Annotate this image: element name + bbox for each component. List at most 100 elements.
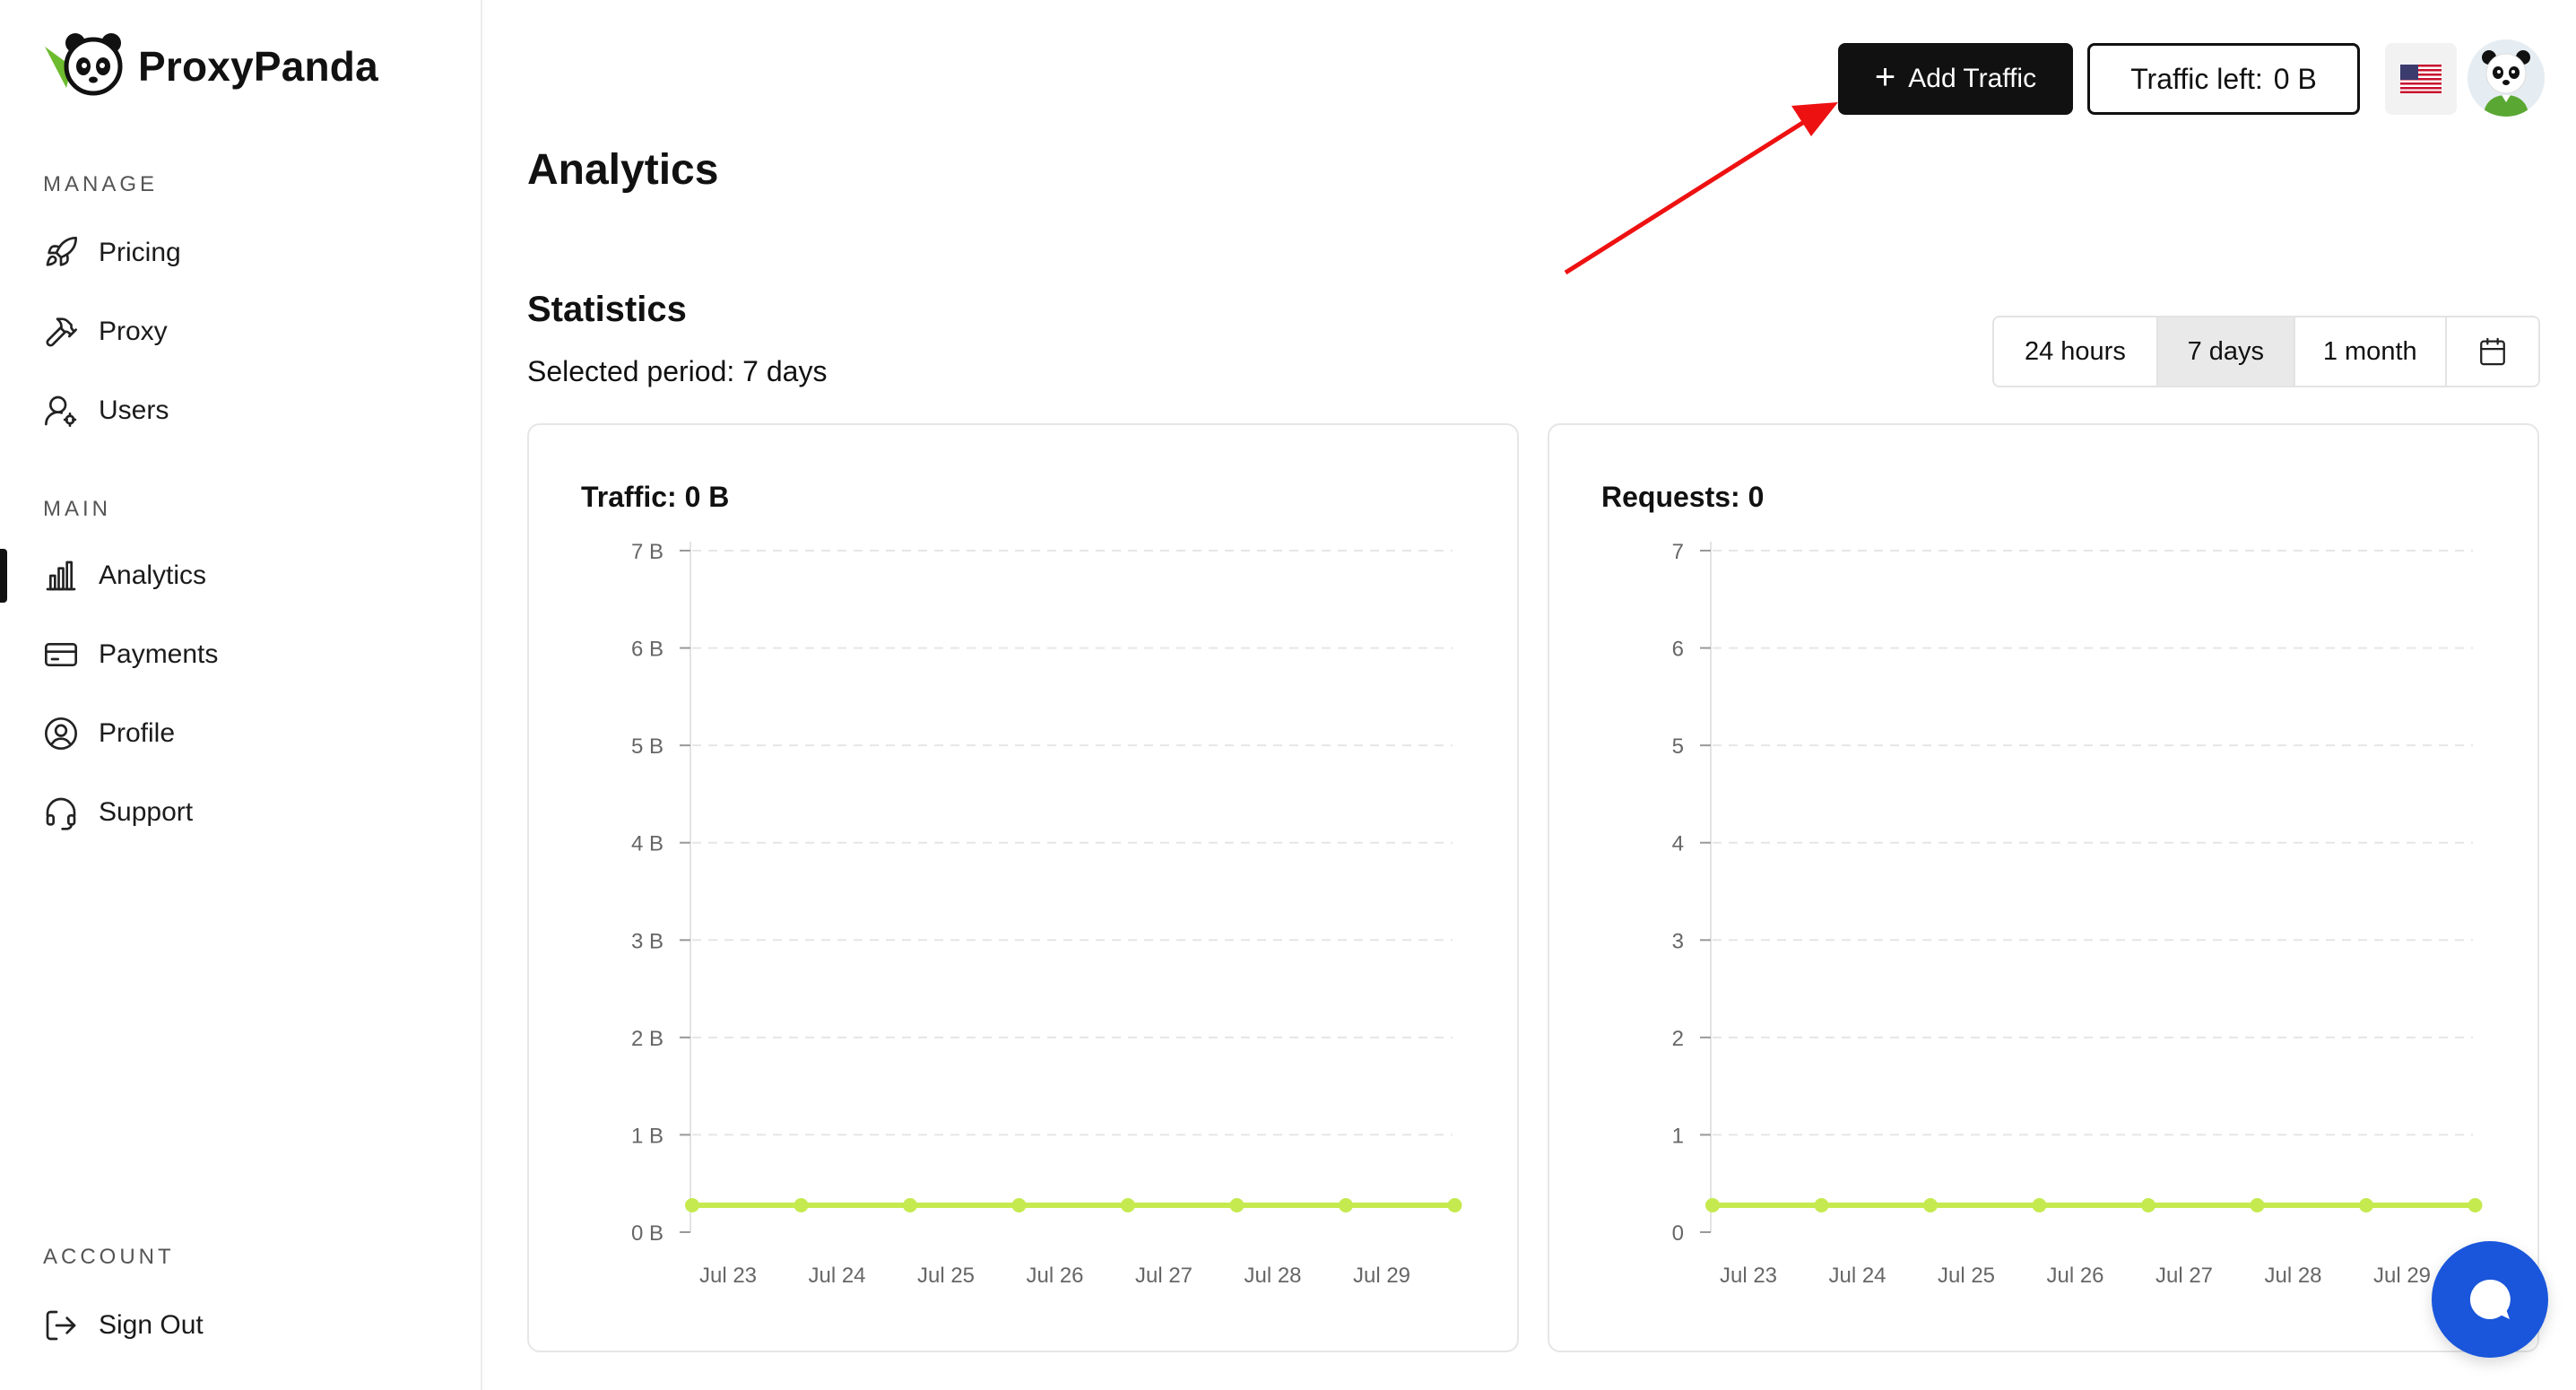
y-tick-label: 2 (1672, 1027, 1684, 1051)
data-point[interactable] (2032, 1198, 2047, 1212)
data-point[interactable] (1447, 1198, 1462, 1212)
data-point[interactable] (794, 1198, 809, 1212)
data-point[interactable] (1339, 1198, 1353, 1212)
add-traffic-label: Add Traffic (1908, 64, 2037, 93)
y-tick-label: 7 (1672, 540, 1684, 564)
x-tick-label: Jul 26 (2046, 1264, 2103, 1288)
x-tick-label: Jul 25 (917, 1264, 975, 1288)
add-traffic-button[interactable]: + Add Traffic (1838, 43, 2073, 115)
manage-section-label: MANAGE (43, 172, 159, 196)
data-point[interactable] (1121, 1198, 1135, 1212)
us-flag-icon (2400, 65, 2442, 93)
active-indicator (0, 549, 7, 603)
sidebar-item-users[interactable]: Users (43, 386, 169, 436)
data-point[interactable] (2359, 1198, 2373, 1212)
sidebar-item-payments[interactable]: Payments (43, 630, 218, 680)
data-point[interactable] (2250, 1198, 2265, 1212)
x-tick-label: Jul 29 (1353, 1264, 1410, 1288)
calendar-icon (2479, 337, 2505, 366)
language-selector[interactable] (2385, 43, 2457, 115)
sidebar-item-label: Proxy (99, 317, 168, 346)
requests-chart: 0 1 2 3 4 5 6 7 Jul 23 Jul 24 Jul 25 Jul 26 Jul 27 Ju… (1672, 540, 2483, 1288)
panda-logo-icon (45, 30, 126, 102)
page-title: Analytics (527, 146, 719, 194)
data-point[interactable] (685, 1198, 699, 1212)
sidebar: ProxyPanda MANAGE Pricing Proxy Users MA… (0, 0, 482, 1390)
x-tick-label: Jul 23 (1720, 1264, 1777, 1288)
data-point[interactable] (2141, 1198, 2155, 1212)
y-tick-label: 5 B (631, 734, 664, 759)
period-24-hours-button[interactable]: 24 hours (1994, 317, 2158, 386)
traffic-chart-card: Traffic: 0 B 0 B1 B2 B3 B4 B5 B6 B7 B Jul… (527, 423, 1519, 1352)
y-tick-label: 7 B (631, 540, 664, 564)
sidebar-item-sign-out[interactable]: Sign Out (43, 1300, 204, 1351)
sidebar-item-label: Profile (99, 718, 176, 748)
statistics-heading: Statistics (527, 290, 687, 329)
custom-date-button[interactable] (2447, 317, 2538, 386)
user-gear-icon (45, 395, 77, 427)
data-point[interactable] (903, 1198, 917, 1212)
sidebar-item-label: Pricing (99, 238, 181, 267)
y-tick-label: 1 (1672, 1124, 1684, 1148)
user-circle-icon (45, 717, 77, 750)
rocket-icon (46, 236, 77, 266)
x-tick-label: Jul 28 (2264, 1264, 2321, 1288)
period-7-days-button[interactable]: 7 days (2157, 317, 2295, 386)
data-point[interactable] (1705, 1198, 1720, 1212)
panda-avatar-icon (2468, 39, 2545, 117)
bar-chart-icon (46, 560, 76, 591)
brand-name: ProxyPanda (138, 43, 378, 90)
y-tick-label: 3 B (631, 929, 664, 953)
y-tick-label: 0 (1672, 1221, 1684, 1246)
traffic-left-label: Traffic left: (2130, 62, 2263, 95)
chat-button[interactable] (2432, 1241, 2548, 1358)
y-tick-label: 3 (1672, 929, 1684, 953)
sidebar-item-label: Payments (99, 639, 219, 669)
period-selector: 24 hours 7 days 1 month (1992, 316, 2540, 387)
plus-icon: + (1874, 57, 1896, 97)
data-point[interactable] (2468, 1198, 2483, 1212)
headset-icon (46, 797, 76, 830)
x-tick-label: Jul 27 (2155, 1264, 2213, 1288)
selected-period: Selected period: 7 days (527, 355, 828, 387)
data-point[interactable] (1011, 1198, 1027, 1212)
sidebar-item-proxy[interactable]: Proxy (43, 307, 168, 357)
sidebar-item-pricing[interactable]: Pricing (43, 228, 181, 278)
sidebar-item-analytics[interactable]: Analytics (43, 551, 206, 601)
sidebar-item-label: Users (99, 395, 169, 425)
brand-logo[interactable]: ProxyPanda (45, 30, 378, 102)
x-tick-label: Jul 27 (1135, 1264, 1193, 1288)
sidebar-item-label: Analytics (99, 560, 207, 590)
x-tick-label: Jul 23 (699, 1264, 757, 1288)
y-tick-label: 2 B (631, 1027, 664, 1051)
traffic-left-badge: Traffic left: 0 B (2087, 43, 2360, 115)
sidebar-item-profile[interactable]: Profile (43, 708, 175, 759)
traffic-left-value: 0 B (2273, 62, 2317, 95)
y-tick-label: 1 B (631, 1124, 664, 1148)
y-tick-label: 4 (1672, 832, 1684, 856)
data-point[interactable] (1814, 1198, 1829, 1212)
y-tick-label: 6 B (631, 638, 664, 662)
x-tick-label: Jul 29 (2373, 1264, 2431, 1288)
traffic-chart: 0 B 1 B 2 B 3 B 4 B 5 B 6 B 7 B Jul 23 Jul 24 Jul … (631, 540, 1462, 1288)
sidebar-item-label: Support (99, 797, 194, 827)
requests-chart-card: Requests: 0 0 1 2 3 4 5 6 7 Jul 23 Jul 24 Jul 25 Ju… (1548, 423, 2539, 1352)
hammer-icon (46, 317, 77, 347)
y-tick-label: 0 B (631, 1221, 664, 1246)
main-section-label: MAIN (43, 497, 111, 521)
x-tick-label: Jul 26 (1026, 1264, 1083, 1288)
y-tick-label: 6 (1672, 638, 1684, 662)
avatar[interactable] (2468, 39, 2545, 117)
x-tick-label: Jul 25 (1938, 1264, 1995, 1288)
sidebar-item-support[interactable]: Support (43, 787, 193, 838)
data-point[interactable] (1229, 1198, 1245, 1212)
data-point[interactable] (1923, 1198, 1938, 1212)
app-root: ProxyPanda MANAGE Pricing Proxy Users MA… (0, 0, 2576, 1390)
x-tick-label: Jul 28 (1244, 1264, 1301, 1288)
account-section-label: ACCOUNT (43, 1245, 175, 1269)
chat-bubble-icon (2469, 1279, 2511, 1319)
period-1-month-button[interactable]: 1 month (2295, 317, 2447, 386)
credit-card-icon (45, 643, 77, 666)
sign-out-icon (46, 1310, 76, 1341)
x-tick-label: Jul 24 (808, 1264, 865, 1288)
